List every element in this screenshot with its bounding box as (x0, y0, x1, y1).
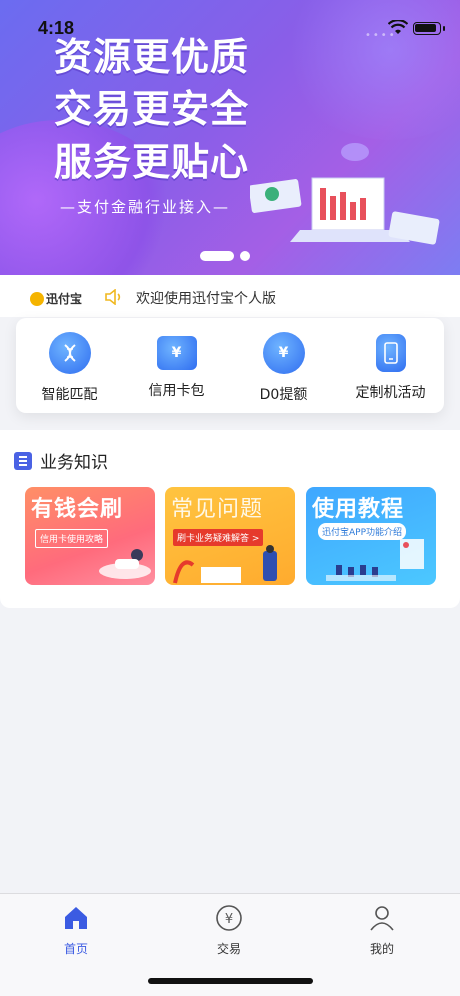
feature-label: 信用卡包 (148, 383, 205, 399)
banner-line-3: 服务更贴心 (54, 142, 250, 184)
card-title: 有钱会刷 (31, 496, 124, 521)
tab-mine[interactable]: 我的 (342, 904, 422, 957)
tab-label: 交易 (216, 942, 241, 956)
banner-illustration (250, 143, 440, 245)
book-icon (14, 451, 32, 470)
notice-bar[interactable]: 迅付宝 欢迎使用迅付宝个人版 (0, 275, 460, 317)
feature-card-wallet[interactable]: ¥ 信用卡包 (123, 332, 230, 400)
battery-tip (443, 26, 445, 31)
home-icon (65, 907, 87, 929)
card-title: 使用教程 (312, 496, 405, 521)
feature-custom-device[interactable]: 定制机活动 (337, 332, 444, 402)
brand-coin-icon (30, 291, 44, 306)
feature-label: 智能匹配 (41, 387, 98, 403)
card-illustration (173, 545, 277, 584)
brand-logo: 迅付宝 (30, 290, 82, 307)
knowledge-card-tutorial[interactable]: 使用教程 迅付宝APP功能介绍 (306, 487, 436, 585)
notice-text: 欢迎使用迅付宝个人版 (136, 291, 276, 307)
tab-home[interactable]: 首页 (36, 904, 116, 957)
speaker-icon (105, 289, 121, 305)
card-wallet-icon: ¥ (156, 336, 197, 370)
feature-grid: 智能匹配 ¥ 信用卡包 ¥ D0提额 定制机活动 (16, 318, 444, 413)
banner-pager (200, 251, 250, 261)
knowledge-section: 业务知识 有钱会刷 信用卡使用攻略 常见问题 刷卡业务疑难解答 > 使用教程 迅… (0, 430, 460, 608)
feature-smart-match[interactable]: 智能匹配 (16, 332, 123, 404)
promo-banner[interactable]: 4:18 •••• 资源更优质 交易更安全 服务更贴心 —支付金融行业接入— (0, 0, 460, 275)
wifi-icon (388, 20, 408, 34)
section-title: 业务知识 (14, 448, 108, 473)
banner-subline: —支付金融行业接入— (60, 198, 231, 216)
tab-label: 首页 (63, 942, 88, 956)
tab-label: 我的 (369, 942, 394, 956)
user-icon (370, 906, 394, 931)
feature-label: D0提额 (259, 387, 308, 403)
banner-line-1: 资源更优质 (54, 37, 250, 79)
knowledge-card-money[interactable]: 有钱会刷 信用卡使用攻略 (25, 487, 155, 585)
yen-circle-icon: ¥ (216, 905, 242, 931)
pager-dot-active[interactable] (200, 251, 234, 261)
phone-icon (375, 334, 406, 372)
pager-dot[interactable] (240, 251, 250, 261)
banner-line-2: 交易更安全 (54, 89, 250, 131)
brand-name: 迅付宝 (46, 292, 83, 306)
yen-coin-icon: ¥ (262, 332, 305, 374)
card-illustration (99, 549, 151, 579)
battery-icon (413, 22, 441, 35)
card-illustration (326, 539, 424, 581)
tab-trade[interactable]: ¥ 交易 (189, 904, 269, 957)
section-title-text: 业务知识 (40, 453, 108, 473)
svg-text:¥: ¥ (225, 912, 233, 927)
knowledge-card-faq[interactable]: 常见问题 刷卡业务疑难解答 > (165, 487, 295, 585)
home-indicator (148, 978, 313, 984)
dna-icon (48, 332, 91, 374)
card-tag: 刷卡业务疑难解答 > (173, 529, 264, 546)
feature-d0-limit[interactable]: ¥ D0提额 (230, 332, 337, 404)
feature-label: 定制机活动 (355, 385, 426, 401)
card-title: 常见问题 (171, 496, 264, 521)
